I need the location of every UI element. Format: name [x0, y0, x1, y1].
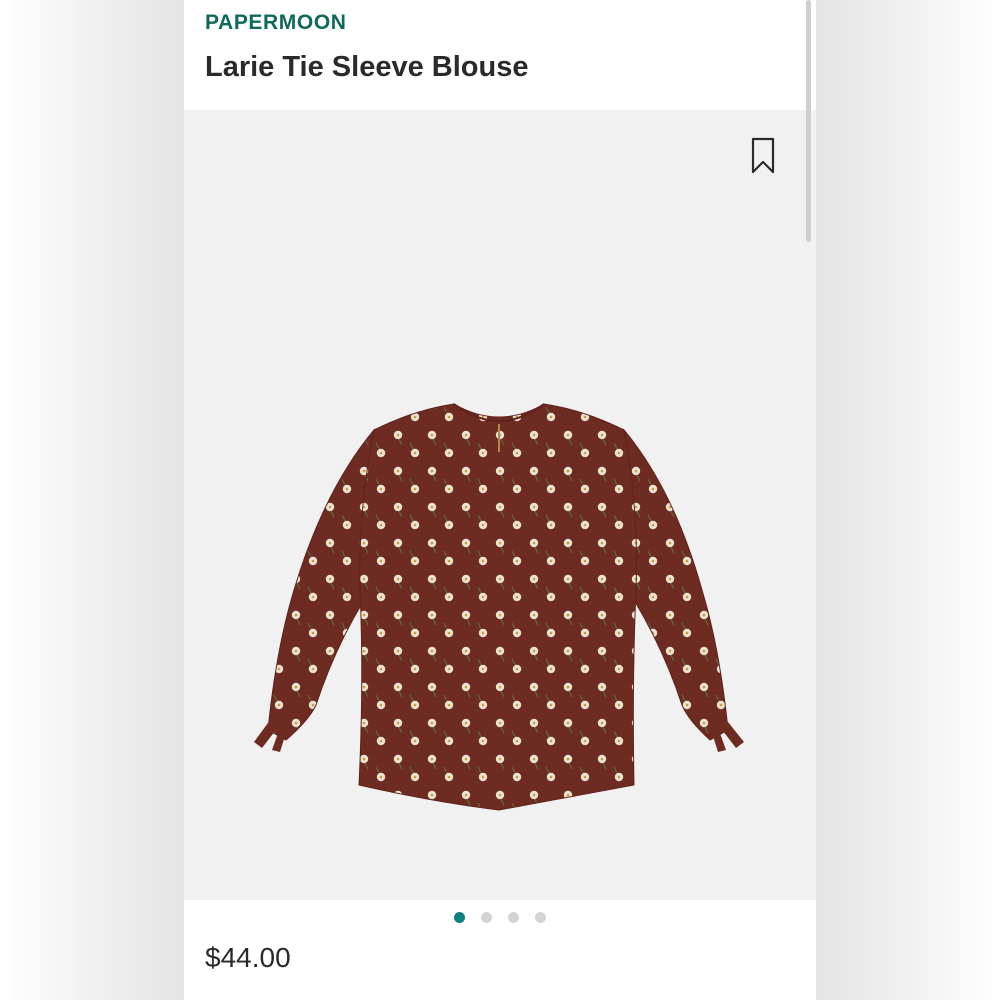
carousel-dot-1[interactable]	[454, 912, 465, 923]
product-screen: PAPERMOON Larie Tie Sleeve Blouse $44.00	[184, 0, 816, 1000]
left-background-panel	[0, 0, 184, 1000]
right-background-panel	[816, 0, 1000, 1000]
bookmark-icon[interactable]	[750, 137, 776, 175]
brand-name[interactable]: PAPERMOON	[205, 11, 347, 35]
product-title: Larie Tie Sleeve Blouse	[205, 51, 529, 83]
carousel-dot-4[interactable]	[535, 912, 546, 923]
carousel-dot-3[interactable]	[508, 912, 519, 923]
product-image-carousel[interactable]	[184, 110, 816, 900]
scrollbar[interactable]	[806, 0, 811, 242]
carousel-dot-2[interactable]	[481, 912, 492, 923]
product-header: PAPERMOON Larie Tie Sleeve Blouse	[184, 0, 816, 110]
carousel-indicators	[184, 912, 816, 928]
product-price: $44.00	[205, 942, 291, 973]
blouse-image	[254, 403, 744, 811]
